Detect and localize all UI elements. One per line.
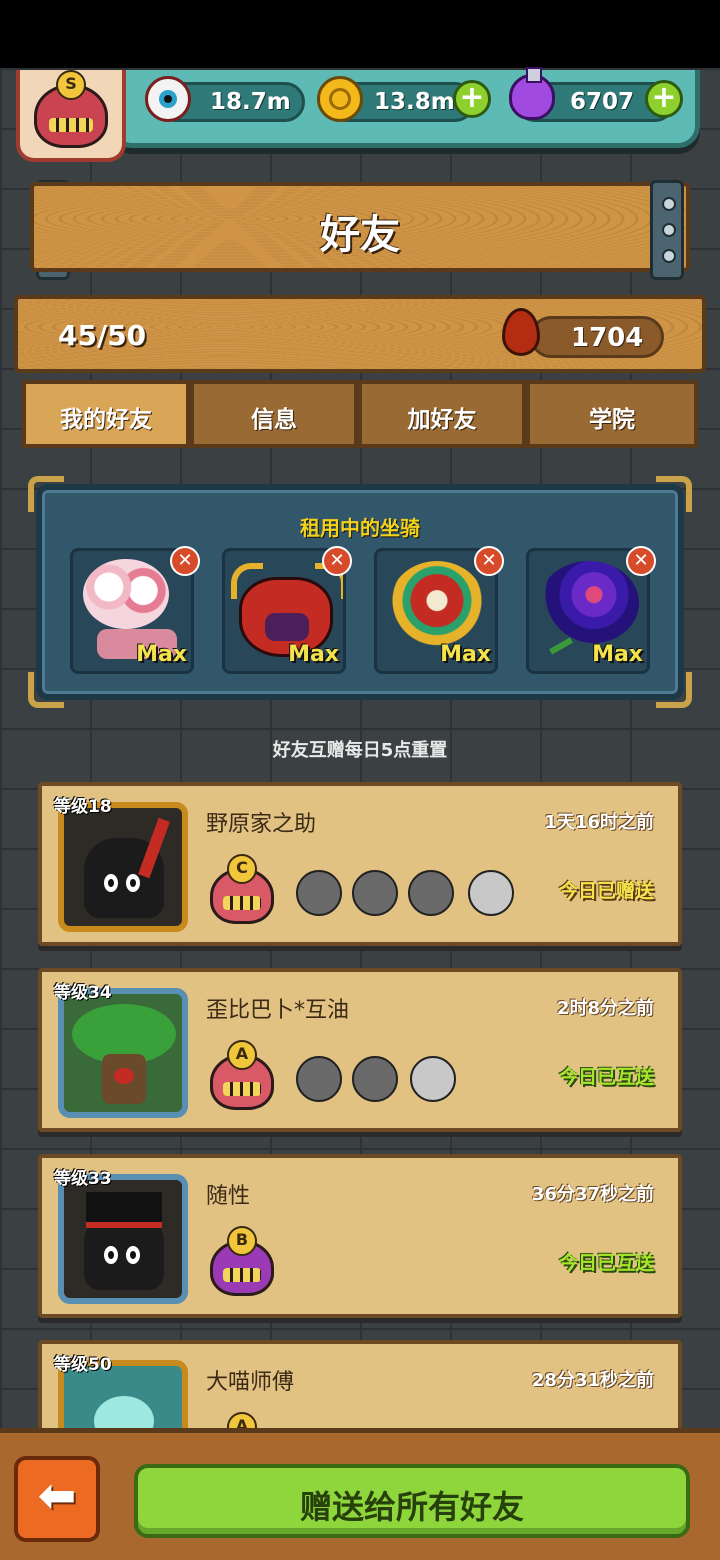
- add-coins-button[interactable]: +: [453, 80, 491, 118]
- tab-academy[interactable]: 学院: [526, 380, 698, 448]
- friend-rank-icon: C: [206, 854, 278, 926]
- corner-decoration: [28, 672, 64, 708]
- back-button[interactable]: ⬅: [14, 1456, 100, 1542]
- tab-label: 信息: [251, 407, 297, 433]
- player-rank-badge: S: [56, 70, 86, 100]
- friend-level: 等级34: [54, 983, 112, 1003]
- friend-card-1[interactable]: 等级18 野原家之助 1天16时之前 C 今日已赠送: [38, 782, 682, 946]
- horned-monster-icon: [352, 1056, 398, 1102]
- add-potions-button[interactable]: +: [645, 80, 683, 118]
- friend-name: 大喵师傅: [206, 1370, 295, 1395]
- friend-rank-icon: B: [206, 1226, 278, 1298]
- player-avatar[interactable]: S: [16, 70, 126, 162]
- friend-card-2[interactable]: 等级34 歪比巴卜*互油 2时8分之前 A 今日已互送: [38, 968, 682, 1132]
- rank-letter: C: [227, 854, 257, 884]
- friend-count: 45/50: [58, 319, 147, 352]
- potion-icon: [509, 67, 555, 120]
- friend-last-seen: 36分37秒之前: [531, 1184, 654, 1205]
- friend-name: 随性: [206, 1184, 251, 1209]
- reset-note: 好友互赠每日5点重置: [272, 740, 448, 761]
- corner-decoration: [656, 672, 692, 708]
- friend-avatar: [58, 1174, 188, 1304]
- friend-last-seen: 28分31秒之前: [531, 1370, 654, 1391]
- cotton-candy-balloon-icon: [83, 559, 169, 629]
- coin-icon: [317, 76, 363, 122]
- tab-label: 我的好友: [60, 407, 152, 433]
- friend-name: 歪比巴卜*互油: [206, 998, 350, 1023]
- send-to-all-label: 赠送给所有好友: [299, 1488, 524, 1526]
- bat-monster-icon: [352, 870, 398, 916]
- blood-counter: 1704: [530, 316, 664, 358]
- title-board: 好友: [30, 182, 690, 272]
- mount-level: Max: [440, 642, 491, 667]
- eyeball-amount: 18.7m: [210, 89, 291, 115]
- eyeball-icon: [145, 76, 191, 122]
- remove-mount-1-button[interactable]: ✕: [170, 546, 200, 576]
- gift-status: 今日已赠送: [558, 880, 654, 902]
- friend-level: 等级33: [54, 1169, 112, 1189]
- blood-amount: 1704: [571, 323, 644, 353]
- vehicle-monster-icon: [410, 1056, 456, 1102]
- friend-level: 等级50: [54, 1355, 112, 1375]
- friend-rank-icon: A: [206, 1040, 278, 1112]
- remove-mount-3-button[interactable]: ✕: [474, 546, 504, 576]
- corner-decoration: [656, 476, 692, 512]
- mount-level: Max: [592, 642, 643, 667]
- friend-name: 野原家之助: [206, 812, 317, 837]
- vehicle-monster-icon: [468, 870, 514, 916]
- mount-level: Max: [288, 642, 339, 667]
- tab-messages[interactable]: 信息: [190, 380, 358, 448]
- tab-label: 学院: [589, 407, 635, 433]
- friend-avatar: [58, 802, 188, 932]
- tab-my-friends[interactable]: 我的好友: [22, 380, 190, 448]
- spiky-monster-icon: [296, 870, 342, 916]
- resource-bar: 18.7m 13.8m + 6707 +: [110, 67, 700, 148]
- rank-letter: A: [227, 1040, 257, 1070]
- drill-monster-icon: [408, 870, 454, 916]
- back-arrow-icon: ⬅: [37, 1468, 77, 1522]
- friend-last-seen: 2时8分之前: [556, 998, 654, 1019]
- gift-status: 今日已互送: [558, 1066, 654, 1088]
- lion-dance-icon: [389, 561, 485, 649]
- friend-card-3[interactable]: 等级33 随性 36分37秒之前 B 今日已互送: [38, 1154, 682, 1318]
- status-bar: [0, 0, 720, 68]
- purple-rose-icon: [539, 561, 639, 645]
- friend-level: 等级18: [54, 797, 112, 817]
- friend-last-seen: 1天16时之前: [544, 812, 654, 833]
- gift-status: 今日已互送: [558, 1252, 654, 1274]
- friend-avatar: [58, 988, 188, 1118]
- bomb-monster-icon: [296, 1056, 342, 1102]
- corner-decoration: [28, 476, 64, 512]
- tab-label: 加好友: [407, 407, 477, 433]
- mount-level: Max: [136, 642, 187, 667]
- send-to-all-button[interactable]: 赠送给所有好友: [134, 1464, 690, 1538]
- coin-amount: 13.8m: [374, 89, 455, 115]
- remove-mount-4-button[interactable]: ✕: [626, 546, 656, 576]
- potion-amount: 6707: [570, 89, 635, 115]
- page-title: 好友: [320, 212, 400, 258]
- tab-add-friend[interactable]: 加好友: [358, 380, 526, 448]
- rental-title: 租用中的坐骑: [300, 516, 420, 540]
- rank-letter: B: [227, 1226, 257, 1256]
- right-strap: [650, 180, 684, 280]
- remove-mount-2-button[interactable]: ✕: [322, 546, 352, 576]
